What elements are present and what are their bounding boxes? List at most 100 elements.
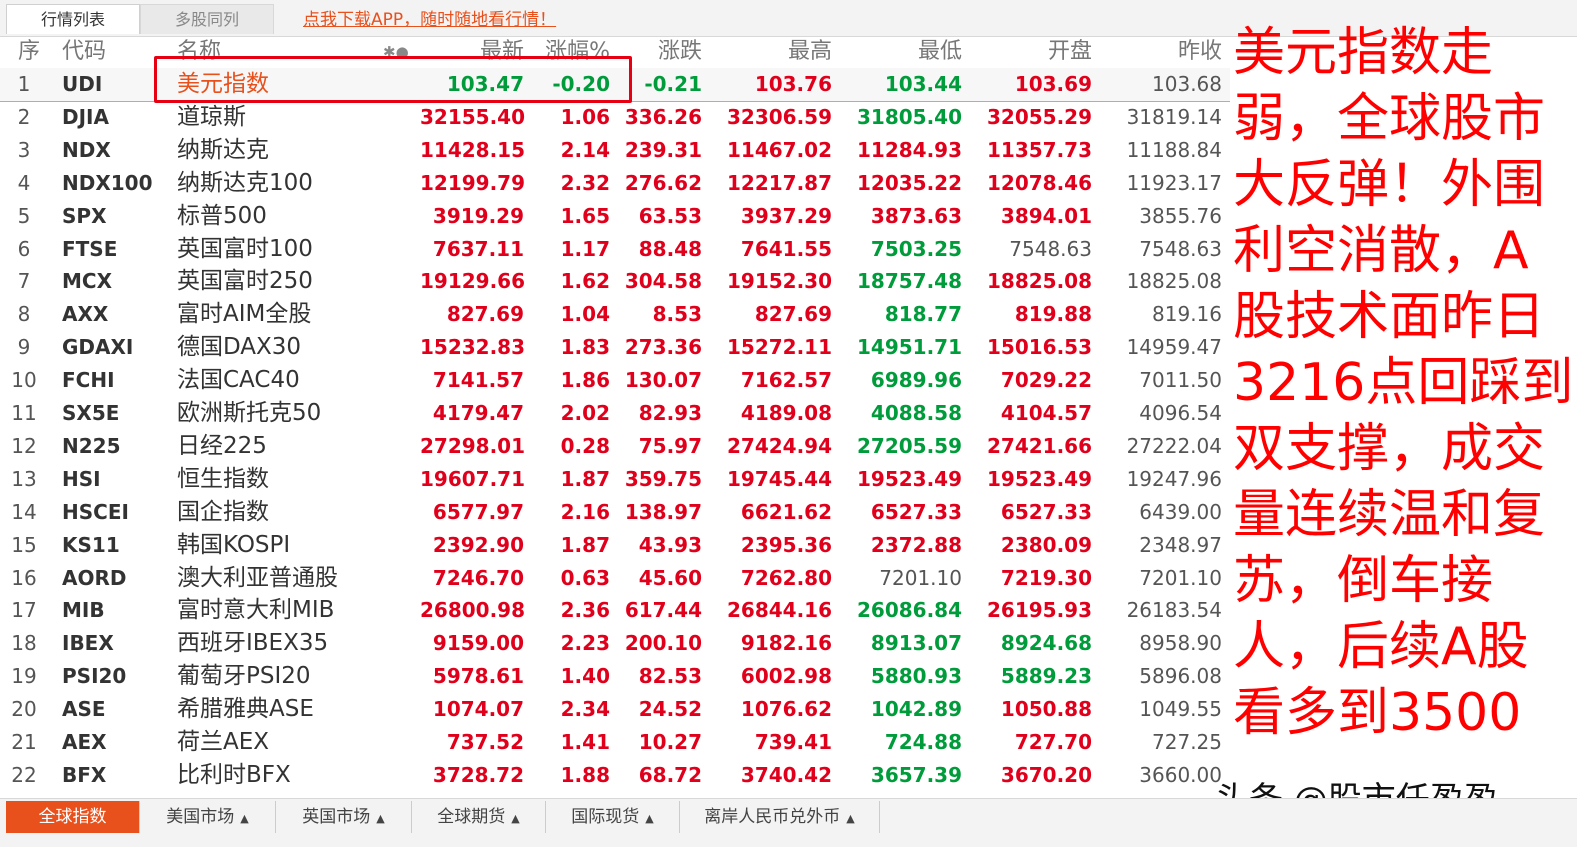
tab-global-index[interactable]: 全球指数	[6, 801, 140, 833]
table-row[interactable]: 14 HSCEI 国企指数 6577.97 2.16 138.97 6621.62 6527.…	[0, 496, 1230, 529]
overlay-line: 大反弹！外围	[1233, 155, 1546, 215]
cell-name: 国企指数	[177, 498, 269, 525]
cell-open: 27421.66	[986, 433, 1092, 458]
cell-name: 荷兰AEX	[177, 729, 270, 755]
cell-high: 3740.42	[740, 762, 832, 787]
cell-prev-close: 14959.47	[1126, 335, 1222, 360]
tab-uk-market[interactable]: 英国市场 ▲	[276, 801, 412, 833]
cell-code: AEX	[62, 730, 107, 754]
cell-seq: 21	[11, 730, 37, 754]
cell-change-pct: 2.34	[560, 697, 610, 722]
cell-high: 7262.80	[740, 565, 832, 590]
table-row[interactable]: 7 MCX 英国富时250 19129.66 1.62 304.58 19152.30 187…	[0, 265, 1230, 298]
cell-seq: 1	[17, 72, 31, 96]
table-row[interactable]: 15 KS11 韩国KOSPI 2392.90 1.87 43.93 2395.36 2372…	[0, 529, 1230, 562]
col-seq[interactable]: 序	[18, 36, 40, 68]
table-row[interactable]: 20 ASE 希腊雅典ASE 1074.07 2.34 24.52 1076.62 1042.…	[0, 693, 1230, 726]
cell-latest: 11428.15	[420, 137, 526, 162]
cell-change-pct: 2.02	[560, 401, 610, 425]
col-open[interactable]: 开盘	[972, 36, 1092, 68]
table-row[interactable]: 2 DJIA 道琼斯 32155.40 1.06 336.26 32306.59 31805.…	[0, 101, 1230, 134]
col-prev-close[interactable]: 昨收	[1102, 36, 1222, 68]
cell-latest: 32155.40	[420, 104, 526, 129]
cell-high: 32306.59	[726, 104, 832, 129]
tab-intl-spot[interactable]: 国际现货 ▲	[546, 801, 680, 833]
cell-high: 6621.62	[740, 499, 832, 524]
table-row[interactable]: 13 HSI 恒生指数 19607.71 1.87 359.75 19745.44 19523…	[0, 463, 1230, 496]
table-row[interactable]: 17 MIB 富时意大利MIB 26800.98 2.36 617.44 26844.16 2…	[0, 594, 1230, 627]
cell-change-pct: 0.63	[560, 565, 610, 590]
col-code[interactable]: 代码	[62, 36, 106, 68]
cell-prev-close: 31819.14	[1126, 104, 1222, 129]
cell-change: 130.07	[624, 368, 702, 393]
col-high[interactable]: 最高	[712, 36, 832, 68]
cell-change: 273.36	[624, 335, 702, 360]
cell-high: 827.69	[754, 302, 832, 327]
tab-us-market[interactable]: 美国市场 ▲	[140, 801, 276, 833]
cell-open: 103.69	[1014, 72, 1092, 96]
cell-open: 18825.08	[986, 269, 1092, 294]
tab-multi-stock[interactable]: 多股同列	[140, 4, 274, 34]
tab-offshore-rmb[interactable]: 离岸人民币兑外币 ▲	[680, 801, 880, 833]
cell-code: MCX	[62, 269, 112, 294]
cell-change-pct: 1.40	[560, 664, 610, 689]
tab-quote-list[interactable]: 行情列表	[6, 4, 140, 34]
cell-latest: 2392.90	[432, 532, 524, 557]
cell-low: 31805.40	[856, 104, 962, 129]
cell-change-pct: 2.23	[560, 631, 610, 656]
cell-prev-close: 19247.96	[1126, 466, 1222, 491]
table-row[interactable]: 21 AEX 荷兰AEX 737.52 1.41 10.27 739.41 724.88 727…	[0, 726, 1230, 759]
cell-code: IBEX	[62, 631, 114, 656]
cell-high: 27424.94	[726, 433, 832, 458]
cell-name: 纳斯达克	[177, 136, 269, 163]
table-row[interactable]: 11 SX5E 欧洲斯托克50 4179.47 2.02 82.93 4189.08 4088…	[0, 397, 1230, 430]
table-row[interactable]: 16 AORD 澳大利亚普通股 7246.70 0.63 45.60 7262.80 7201…	[0, 562, 1230, 595]
cell-change: 200.10	[624, 631, 702, 656]
table-row[interactable]: 19 PSI20 葡萄牙PSI20 5978.61 1.40 82.53 6002.98 58…	[0, 660, 1230, 693]
table-row[interactable]: 12 N225 日经225 27298.01 0.28 75.97 27424.94 2720…	[0, 430, 1230, 463]
cell-open: 819.88	[1014, 302, 1092, 327]
tab-label: 全球期货	[437, 807, 506, 827]
cell-latest: 1074.07	[432, 697, 524, 722]
cell-seq: 11	[11, 401, 37, 425]
tab-global-futures[interactable]: 全球期货 ▲	[412, 801, 546, 833]
cell-code: GDAXI	[62, 335, 134, 360]
cell-prev-close: 11923.17	[1126, 170, 1222, 195]
table-row[interactable]: 4 NDX100 纳斯达克100 12199.79 2.32 276.62 12217.87…	[0, 167, 1230, 200]
table-row[interactable]: 8 AXX 富时AIM全股 827.69 1.04 8.53 827.69 818.77 819…	[0, 298, 1230, 331]
col-low[interactable]: 最低	[842, 36, 962, 68]
caret-up-icon: ▲	[846, 812, 855, 825]
cell-change-pct: 1.04	[560, 302, 610, 327]
cell-high: 11467.02	[726, 137, 832, 162]
cell-change: 75.97	[638, 433, 702, 458]
tab-label: 英国市场	[302, 807, 371, 827]
cell-change-pct: 1.17	[560, 236, 610, 261]
cell-low: 14951.71	[856, 335, 962, 360]
cell-latest: 3728.72	[432, 762, 524, 787]
cell-prev-close: 3660.00	[1139, 762, 1222, 787]
cell-high: 26844.16	[726, 598, 832, 623]
tab-label: 离岸人民币兑外币	[704, 807, 841, 827]
cell-change-pct: 1.87	[560, 466, 610, 491]
table-row[interactable]: 18 IBEX 西班牙IBEX35 9159.00 2.23 200.10 9182.16 8…	[0, 627, 1230, 660]
cell-change: 82.93	[638, 401, 702, 425]
table-row[interactable]: 22 BFX 比利时BFX 3728.72 1.88 68.72 3740.42 3657.3…	[0, 759, 1230, 792]
cell-prev-close: 3855.76	[1139, 203, 1222, 228]
overlay-line: 利空消散，A	[1233, 221, 1529, 281]
table-row[interactable]: 10 FCHI 法国CAC40 7141.57 1.86 130.07 7162.57 698…	[0, 364, 1230, 397]
cell-name: 富时意大利MIB	[177, 597, 335, 624]
cell-low: 3873.63	[870, 203, 962, 228]
cell-prev-close: 8958.90	[1139, 631, 1222, 656]
cell-open: 7219.30	[1000, 565, 1092, 590]
download-app-link[interactable]: 点我下载APP，随时随地看行情！	[303, 6, 556, 34]
cell-seq: 6	[17, 236, 31, 261]
table-row[interactable]: 3 NDX 纳斯达克 11428.15 2.14 239.31 11467.02 11284.…	[0, 134, 1230, 167]
tab-label: 国际现货	[571, 807, 640, 827]
table-row[interactable]: 5 SPX 标普500 3919.29 1.65 63.53 3937.29 3873.63 3…	[0, 200, 1230, 233]
table-row[interactable]: 9 GDAXI 德国DAX30 15232.83 1.83 273.36 15272.11 1…	[0, 331, 1230, 364]
cell-open: 1050.88	[1000, 697, 1092, 722]
cell-name: 韩国KOSPI	[177, 531, 291, 558]
cell-latest: 737.52	[446, 730, 524, 754]
table-row[interactable]: 6 FTSE 英国富时100 7637.11 1.17 88.48 7641.55 7503.…	[0, 233, 1230, 266]
cell-code: NDX	[62, 137, 111, 162]
